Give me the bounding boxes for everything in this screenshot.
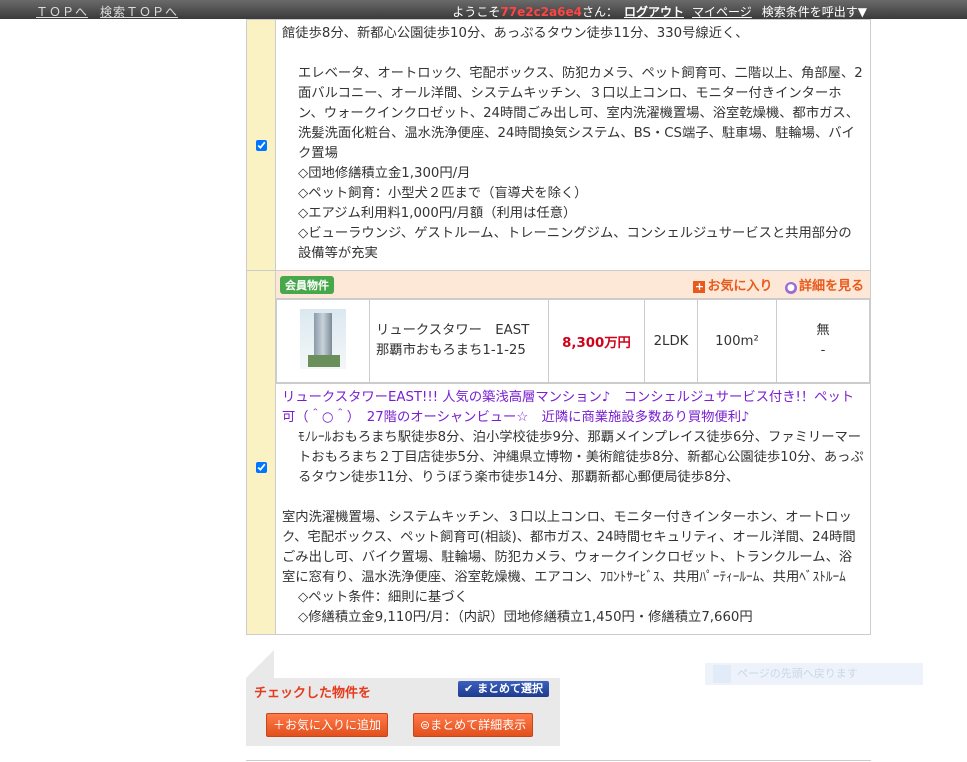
favorite-label: お気に入り <box>707 279 773 294</box>
property-parking-sub: - <box>820 343 826 358</box>
listing2-access: ﾓﾉﾚｰﾙおもろまち駅徒歩8分、泊小学校徒歩9分、那覇メインプレイス徒歩6分、フ… <box>298 430 864 485</box>
select-all-label: まとめて選択 <box>477 682 544 695</box>
listing-table: 館徒歩8分、新都心公園徒歩10分、あっぷるタウン徒歩11分、330号線近く、 エ… <box>246 19 871 635</box>
listing1-description: 館徒歩8分、新都心公園徒歩10分、あっぷるタウン徒歩11分、330号線近く、 エ… <box>275 19 871 271</box>
property-name[interactable]: リュークスタワー EAST <box>376 321 548 341</box>
listing2-check-cell <box>246 270 276 635</box>
show-details-button[interactable]: ⊜まとめて詳細表示 <box>413 713 534 737</box>
listing1-check-cell <box>246 19 276 271</box>
listing2-summary-table: リュークスタワー EAST 那覇市おもろまち1-1-25 8,300万円 2LD… <box>276 299 870 383</box>
add-favorites-label: お気に入りに追加 <box>285 718 382 732</box>
listing2-description-row: リュークスタワーEAST!!! 人気の築浅高層マンション♪ コンシェルジュサービ… <box>247 383 871 635</box>
show-details-label: まとめて詳細表示 <box>430 718 527 732</box>
welcome-prefix: ようこそ <box>452 5 501 19</box>
divider <box>246 760 871 761</box>
check-icon: ✔ <box>464 682 474 695</box>
listing1-note: ◇ペット飼育：小型犬２匹まで（盲導犬を除く） <box>298 186 588 201</box>
search-top-link[interactable]: 検索ＴＯＰへ <box>100 5 178 19</box>
favorite-button[interactable]: + お気に入り <box>693 279 772 294</box>
detail-button[interactable]: ● 詳細を見る <box>777 279 864 294</box>
listing2-actions: + お気に入り ● 詳細を見る <box>693 275 864 294</box>
plus-icon: + <box>693 280 706 293</box>
welcome-suffix: さん： <box>581 5 618 19</box>
property-parking: 無 <box>816 323 830 338</box>
listing1-description-row: 館徒歩8分、新都心公園徒歩10分、あっぷるタウン徒歩11分、330号線近く、 エ… <box>246 19 871 271</box>
listing2-summary: リュークスタワー EAST 那覇市おもろまち1-1-25 8,300万円 2LD… <box>275 298 871 384</box>
add-favorites-button[interactable]: ＋お気に入りに追加 <box>266 713 389 737</box>
listing2-summary-row: リュークスタワー EAST 那覇市おもろまち1-1-25 8,300万円 2LD… <box>247 298 871 384</box>
listing1-note: ◇ビューラウンジ、ゲストルーム、トレーニングジム、コンシェルジュサービスと共用部… <box>298 226 852 261</box>
listing2-catchcopy: リュークスタワーEAST!!! 人気の築浅高層マンション♪ コンシェルジュサービ… <box>282 390 855 425</box>
property-address: 那覇市おもろまち1-1-25 <box>376 343 526 358</box>
listing2-note: ◇修繕積立金9,110円/月：（内訳）団地修繕積立1,450円・修繕積立7,66… <box>298 610 753 625</box>
top-bar: ＴＯＰへ 検索ＴＯＰへ ようこそ77e2c2a6e4さん： ログアウト マイページ 検索… <box>0 0 967 19</box>
listing2-features: 室内洗濯機置場、システムキッチン、３口以上コンロ、モニター付きインターホン、オー… <box>282 510 856 585</box>
property-photo[interactable] <box>276 299 370 383</box>
mypage-link[interactable]: マイページ <box>692 5 752 19</box>
listing2-header: 会員物件 + お気に入り ● 詳細を見る <box>275 270 871 299</box>
listing1-access: 館徒歩8分、新都心公園徒歩10分、あっぷるタウン徒歩11分、330号線近く、 <box>282 26 749 41</box>
top-nav: ＴＯＰへ 検索ＴＯＰへ <box>36 3 190 20</box>
property-parking-cell: 無 - <box>776 299 870 383</box>
property-price: 8,300万円 <box>548 299 645 383</box>
panel-tab <box>246 650 274 678</box>
bulk-action-panel: チェックした物件を ✔ まとめて選択 ＋お気に入りに追加 ⊜まとめて詳細表示 <box>246 650 560 746</box>
back-to-top-text: ページの先頭へ戻ります <box>737 667 858 680</box>
listing1-note: ◇エアジム利用料1,000円/月額（利用は任意） <box>298 206 577 221</box>
listing1-checkbox[interactable] <box>255 139 267 151</box>
detail-label: 詳細を見る <box>798 279 864 294</box>
select-all-button[interactable]: ✔ まとめて選択 <box>458 681 550 697</box>
listing2-note: ◇ペット条件：細則に基づく <box>298 590 468 605</box>
member-badge: 会員物件 <box>280 276 334 294</box>
listing1-note: ◇団地修繕積立金1,300円/月 <box>298 166 471 181</box>
magnifier-icon: ● <box>784 282 797 294</box>
listing2-description: リュークスタワーEAST!!! 人気の築浅高層マンション♪ コンシェルジュサービ… <box>275 383 871 635</box>
plus-icon: ＋ <box>273 718 286 732</box>
property-name-cell: リュークスタワー EAST 那覇市おもろまち1-1-25 <box>369 299 549 383</box>
circle-icon: ⊜ <box>420 718 431 732</box>
tower-photo-icon <box>300 309 346 369</box>
property-area: 100m² <box>697 299 777 383</box>
property-layout: 2LDK <box>644 299 698 383</box>
up-arrow-icon <box>713 665 731 683</box>
back-to-top-hint[interactable]: ページの先頭へ戻ります <box>705 663 923 685</box>
listing1-features: エレベータ、オートロック、宅配ボックス、防犯カメラ、ペット飼育可、二階以上、角部… <box>298 66 863 161</box>
user-id: 77e2c2a6e4 <box>500 5 582 19</box>
user-nav: ようこそ77e2c2a6e4さん： ログアウト マイページ 検索条件を呼出す▼ <box>452 3 867 20</box>
top-link[interactable]: ＴＯＰへ <box>36 5 88 19</box>
recall-conditions-link[interactable]: 検索条件を呼出す▼ <box>762 5 867 19</box>
listing2-checkbox[interactable] <box>255 462 267 473</box>
logout-link[interactable]: ログアウト <box>624 5 684 19</box>
listing2-header-row: 会員物件 + お気に入り ● 詳細を見る <box>246 270 871 635</box>
panel-title: チェックした物件を <box>254 686 372 701</box>
